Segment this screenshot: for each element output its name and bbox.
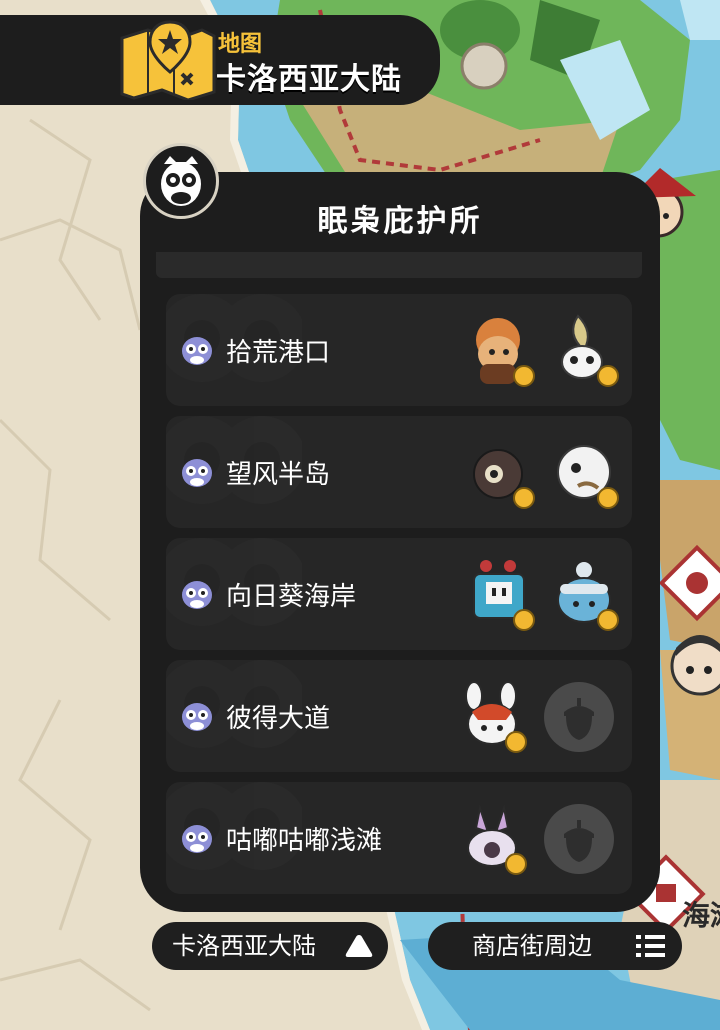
area-button[interactable]: 商店街周边 [428, 922, 682, 970]
owl-icon [182, 459, 212, 487]
location-name: 望风半岛 [226, 460, 331, 490]
location-name: 拾荒港口 [226, 338, 331, 368]
region-button[interactable]: 卡洛西亚大陆 [152, 922, 388, 970]
panel-scroll-edge [156, 252, 642, 278]
location-row-1[interactable]: 望风半岛 [166, 416, 632, 528]
locked-acorn-icon [544, 682, 614, 752]
owl-icon [182, 337, 212, 365]
location-row-0[interactable]: 拾荒港口 [166, 294, 632, 406]
bunny-pet-icon[interactable] [456, 680, 532, 756]
sanctuary-panel: 眠枭庇护所 拾荒港口 望风半岛 向日葵海岸 彼得大道 咕嘟咕嘟浅滩 [140, 172, 660, 912]
white-puff-pet-icon[interactable] [548, 436, 624, 512]
owl-icon [161, 156, 201, 206]
map-pin-icon [120, 20, 216, 100]
location-name: 咕嘟咕嘟浅滩 [226, 826, 383, 856]
owl-icon [182, 581, 212, 609]
blue-ghost-pet-icon[interactable] [548, 558, 624, 634]
triangle-icon [345, 935, 373, 957]
header-title: 卡洛西亚大陆 [216, 62, 402, 97]
owl-icon [182, 825, 212, 853]
white-bird-pet-icon[interactable] [548, 314, 624, 390]
locked-acorn-icon [544, 804, 614, 874]
location-row-3[interactable]: 彼得大道 [166, 660, 632, 772]
owl-icon [182, 703, 212, 731]
location-name: 彼得大道 [226, 704, 331, 734]
location-name: 向日葵海岸 [226, 582, 357, 612]
list-icon [636, 935, 665, 957]
orange-monkey-pet-icon[interactable] [464, 314, 540, 390]
dark-orb-pet-icon[interactable] [464, 436, 540, 512]
location-row-2[interactable]: 向日葵海岸 [166, 538, 632, 650]
panel-title: 眠枭庇护所 [317, 204, 483, 239]
location-row-4[interactable]: 咕嘟咕嘟浅滩 [166, 782, 632, 894]
map-location-label: 海滩 [682, 894, 720, 934]
pink-fairy-pet-icon[interactable] [456, 802, 532, 878]
area-button-label: 商店街周边 [472, 932, 592, 960]
sanctuary-badge [143, 143, 219, 219]
map-location-label-text: 海滩 [682, 899, 720, 932]
region-button-label: 卡洛西亚大陆 [172, 932, 316, 960]
box-robot-pet-icon[interactable] [464, 558, 540, 634]
